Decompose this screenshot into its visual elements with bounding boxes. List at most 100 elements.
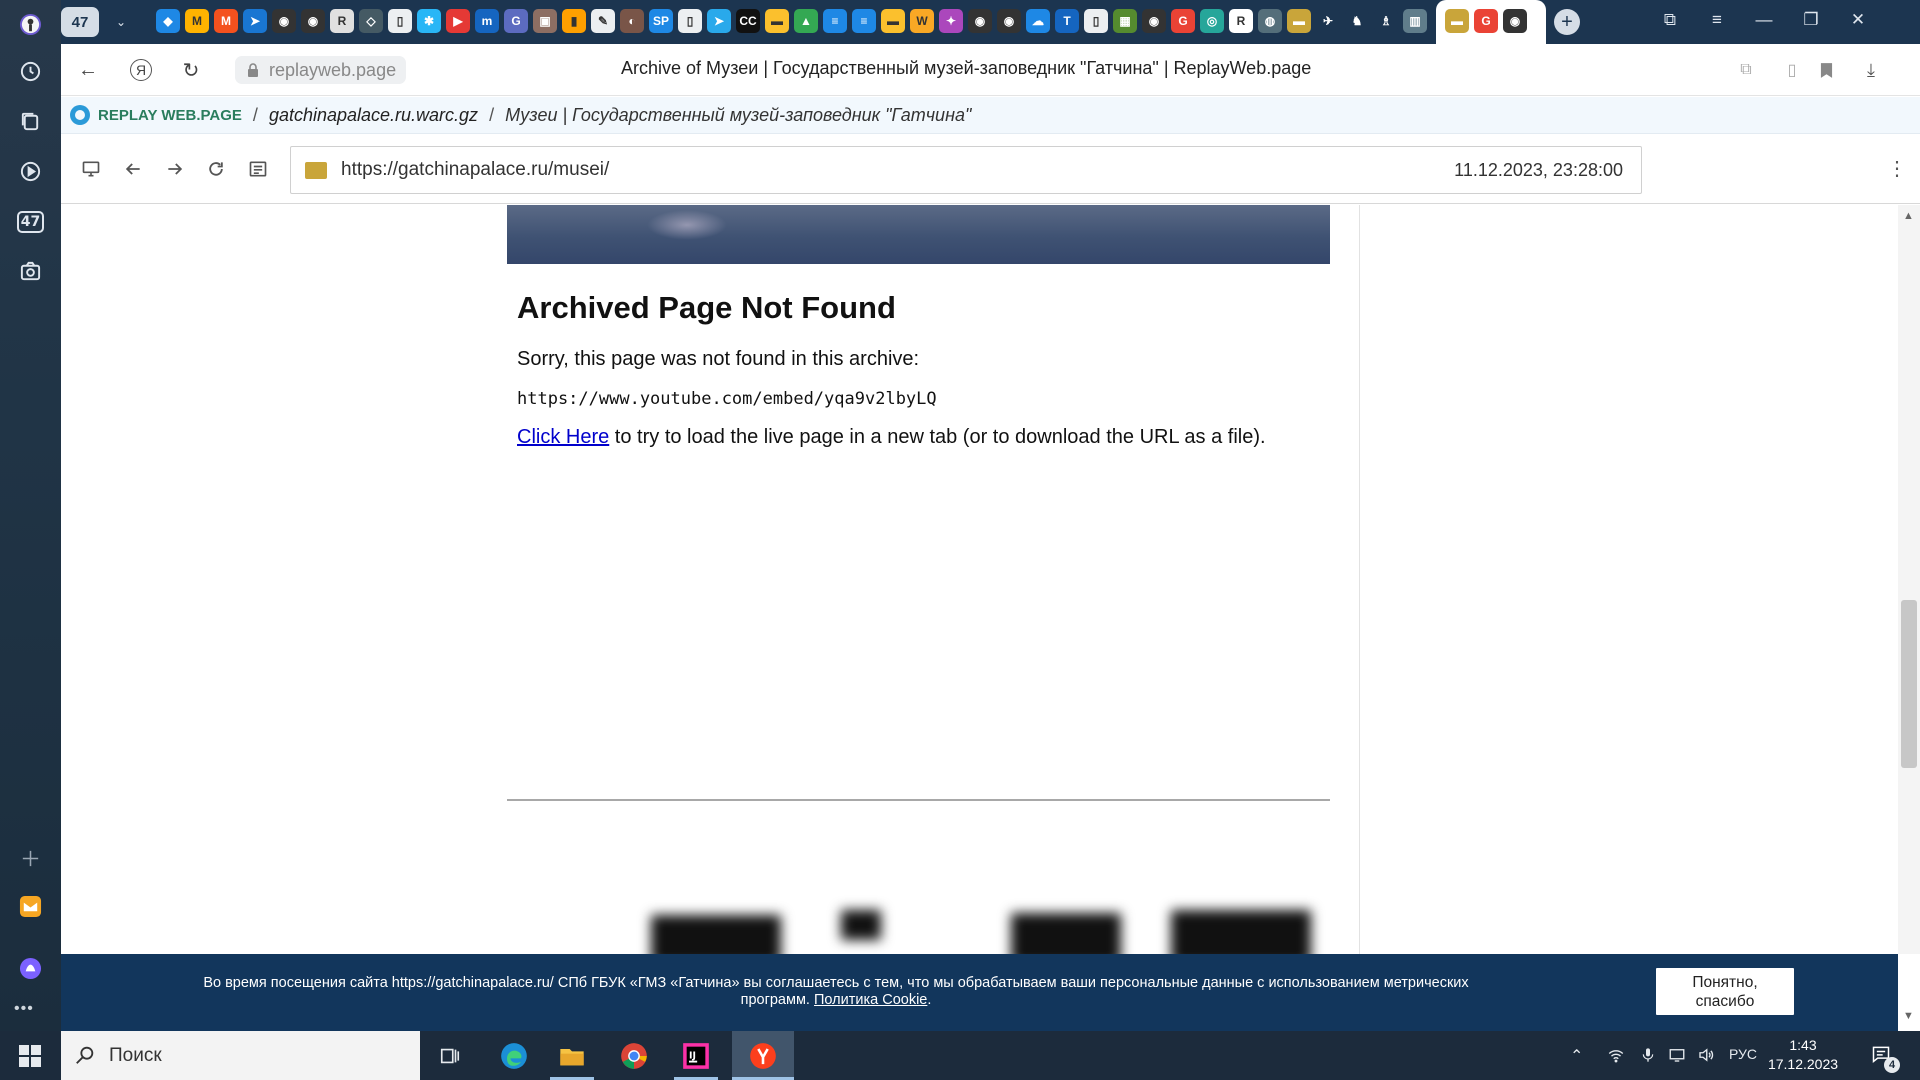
page-list-icon[interactable]: [245, 156, 271, 182]
tab-favicon-icon[interactable]: ▮: [562, 9, 586, 33]
taskbar-search[interactable]: Поиск: [61, 1031, 420, 1080]
new-tab-button[interactable]: +: [1554, 9, 1580, 35]
active-tab[interactable]: ▬ G ◉: [1436, 0, 1546, 44]
cookie-accept-button[interactable]: Понятно, спасибо: [1656, 968, 1794, 1015]
tray-expand-icon[interactable]: ⌃: [1570, 1046, 1583, 1066]
download-icon[interactable]: ⤓: [1858, 57, 1884, 83]
tab-favicon-icon[interactable]: M: [185, 9, 209, 33]
intellij-icon[interactable]: IJ: [680, 1040, 712, 1072]
tab-favicon-icon[interactable]: ◉: [301, 9, 325, 33]
replay-reload-icon[interactable]: [203, 156, 229, 182]
tab-favicon-icon[interactable]: ◉: [1142, 9, 1166, 33]
tab-favicon-icon[interactable]: ▬: [765, 9, 789, 33]
tab-favicon-icon[interactable]: ✎: [591, 9, 615, 33]
profile-avatar-icon[interactable]: [12, 6, 49, 43]
more-icon[interactable]: •••: [14, 1000, 34, 1018]
add-icon[interactable]: [12, 840, 49, 877]
screenshot-icon[interactable]: [12, 253, 49, 290]
tab-favicon-icon[interactable]: ➤: [707, 9, 731, 33]
tab-favicon-icon[interactable]: R: [330, 9, 354, 33]
tab-favicon-icon[interactable]: CC: [736, 9, 760, 33]
tab-count-icon[interactable]: 47: [12, 203, 49, 240]
tab-favicon-icon[interactable]: ▶: [446, 9, 470, 33]
tab-favicon-icon[interactable]: ◎: [1200, 9, 1224, 33]
scrollbar-thumb[interactable]: [1901, 600, 1917, 768]
tab-favicon-icon[interactable]: ▲: [794, 9, 818, 33]
tab-favicon-icon[interactable]: ◇: [359, 9, 383, 33]
replay-back-icon[interactable]: [120, 156, 146, 182]
monitor-icon[interactable]: [78, 156, 104, 182]
tab-favicon-icon[interactable]: ◆: [156, 9, 180, 33]
scroll-down-icon[interactable]: ▼: [1903, 1010, 1914, 1022]
display-icon[interactable]: [1668, 1046, 1686, 1069]
active-tab-favicon-icon[interactable]: G: [1474, 9, 1498, 33]
restore-icon[interactable]: ❐: [1798, 10, 1824, 30]
cookie-policy-link[interactable]: Политика Cookie: [814, 992, 927, 1008]
scroll-up-icon[interactable]: ▲: [1903, 210, 1914, 222]
tab-favicon-icon[interactable]: ◍: [1258, 9, 1282, 33]
alice-icon[interactable]: [12, 950, 49, 987]
yandex-browser-icon[interactable]: [747, 1040, 779, 1072]
address-bar[interactable]: replayweb.page: [235, 56, 407, 84]
close-icon[interactable]: ✕: [1845, 10, 1871, 30]
tab-favicon-icon[interactable]: T: [1055, 9, 1079, 33]
bookmark-icon[interactable]: [1813, 57, 1839, 83]
back-icon[interactable]: ←: [75, 57, 101, 83]
volume-icon[interactable]: [1697, 1046, 1715, 1069]
tab-favicon-icon[interactable]: ▬: [1287, 9, 1311, 33]
tab-favicon-icon[interactable]: G: [504, 9, 528, 33]
play-icon[interactable]: [12, 153, 49, 190]
edge-icon[interactable]: [498, 1040, 530, 1072]
minimize-icon[interactable]: —: [1751, 10, 1777, 30]
tab-favicon-icon[interactable]: ≡: [852, 9, 876, 33]
tab-favicon-icon[interactable]: ▦: [1113, 9, 1137, 33]
replay-url-input[interactable]: https://gatchinapalace.ru/musei/ 11.12.2…: [290, 146, 1642, 194]
tab-favicon-icon[interactable]: ✈: [1316, 9, 1340, 33]
collections-icon[interactable]: [12, 103, 49, 140]
mail-app-icon[interactable]: [12, 888, 49, 925]
tab-favicon-icon[interactable]: ✱: [417, 9, 441, 33]
capture-timestamp[interactable]: 11.12.2023, 23:28:00: [1454, 160, 1623, 181]
system-clock[interactable]: 1:43 17.12.2023: [1760, 1036, 1846, 1074]
tab-favicon-icon[interactable]: ▣: [533, 9, 557, 33]
active-tab-favicon-icon[interactable]: ◉: [1503, 9, 1527, 33]
tab-favicon-icon[interactable]: ▯: [388, 9, 412, 33]
tab-favicon-icon[interactable]: m: [475, 9, 499, 33]
language-indicator[interactable]: РУС: [1729, 1046, 1757, 1062]
archive-file-link[interactable]: gatchinapalace.ru.warc.gz: [269, 105, 478, 126]
tab-favicon-icon[interactable]: ▯: [678, 9, 702, 33]
bookmarks-panel-icon[interactable]: ⧉: [1657, 10, 1683, 30]
chrome-icon[interactable]: [618, 1040, 650, 1072]
tab-favicon-icon[interactable]: ◉: [997, 9, 1021, 33]
tab-favicon-icon[interactable]: ➤: [243, 9, 267, 33]
tabs-dropdown-icon[interactable]: ⌄: [106, 7, 136, 37]
click-here-link[interactable]: Click Here: [517, 426, 609, 448]
active-tab-favicon-icon[interactable]: ▬: [1445, 9, 1469, 33]
history-icon[interactable]: [12, 53, 49, 90]
tab-favicon-icon[interactable]: R: [1229, 9, 1253, 33]
task-view-icon[interactable]: [434, 1040, 466, 1072]
tab-favicon-icon[interactable]: ◐: [620, 9, 644, 33]
file-explorer-icon[interactable]: [556, 1040, 588, 1072]
reader-icon[interactable]: ▯: [1779, 57, 1805, 83]
tab-favicon-icon[interactable]: ✦: [939, 9, 963, 33]
windows-start-icon[interactable]: [19, 1045, 41, 1067]
tab-favicon-icon[interactable]: ▬: [881, 9, 905, 33]
replayweb-home-link[interactable]: REPLAY WEB.PAGE: [98, 107, 242, 124]
replay-menu-icon[interactable]: ⋮: [1887, 156, 1907, 182]
tab-favicon-icon[interactable]: ◉: [968, 9, 992, 33]
reload-icon[interactable]: ↻: [178, 57, 204, 83]
replay-forward-icon[interactable]: [162, 156, 188, 182]
tab-favicon-icon[interactable]: ♞: [1345, 9, 1369, 33]
tab-favicon-icon[interactable]: ▥: [1403, 9, 1427, 33]
tab-favicon-icon[interactable]: ▯: [1084, 9, 1108, 33]
page-scrollbar[interactable]: [1898, 205, 1920, 954]
tab-favicon-icon[interactable]: ≡: [823, 9, 847, 33]
tab-favicon-icon[interactable]: ◉: [272, 9, 296, 33]
menu-icon[interactable]: ≡: [1704, 10, 1730, 30]
tab-favicon-icon[interactable]: SP: [649, 9, 673, 33]
network-icon[interactable]: [1607, 1046, 1625, 1069]
tab-favicon-icon[interactable]: G: [1171, 9, 1195, 33]
yandex-icon[interactable]: Я: [130, 59, 152, 81]
tab-favicon-icon[interactable]: ♗: [1374, 9, 1398, 33]
